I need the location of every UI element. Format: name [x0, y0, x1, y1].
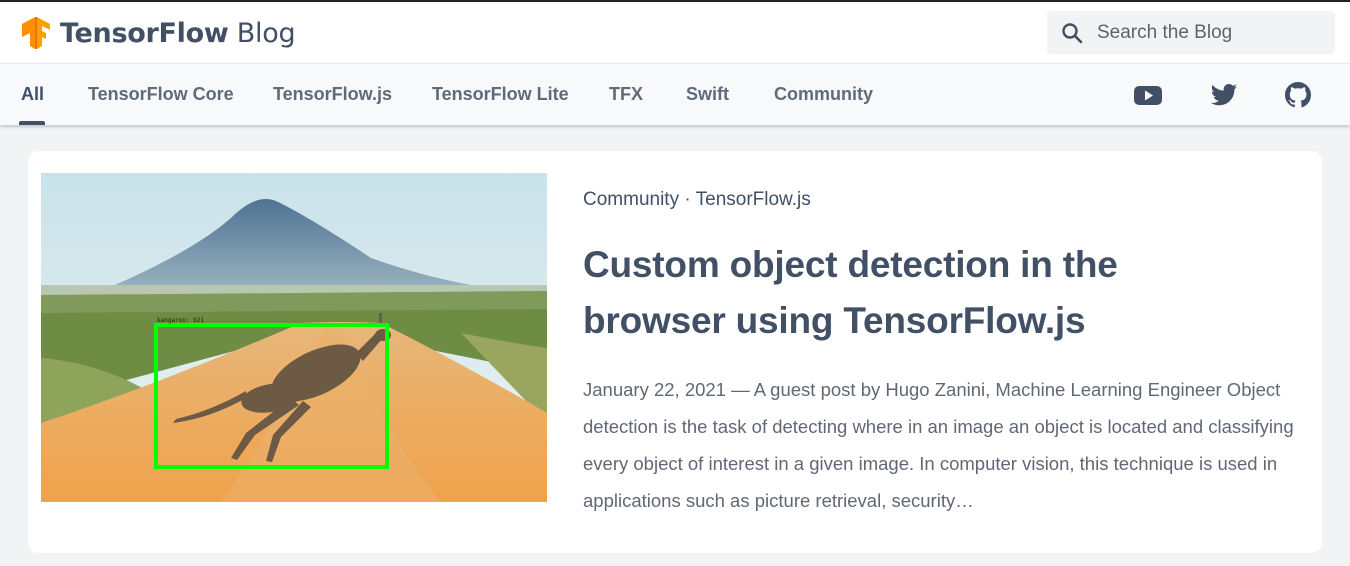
- tab-all[interactable]: All: [21, 84, 44, 105]
- tab-tensorflow-core[interactable]: TensorFlow Core: [88, 84, 234, 105]
- tensorflow-logo-icon: [22, 17, 50, 49]
- site-logo[interactable]: TensorFlow Blog: [20, 16, 296, 50]
- post-title[interactable]: Custom object detection in the browser u…: [583, 237, 1223, 349]
- twitter-icon[interactable]: [1209, 81, 1239, 109]
- search-input[interactable]: [1097, 21, 1317, 44]
- tab-tfx[interactable]: TFX: [609, 84, 643, 105]
- kangaroo-detection-image: kangaroo: 921: [41, 173, 547, 502]
- post-excerpt: January 22, 2021 — A guest post by Hugo …: [583, 379, 1294, 511]
- site-title: TensorFlow Blog: [60, 17, 296, 49]
- search-icon: [1062, 22, 1083, 43]
- post-categories: Community · TensorFlow.js: [583, 189, 811, 211]
- active-tab-indicator: [19, 121, 45, 125]
- top-header: TensorFlow Blog: [0, 2, 1350, 63]
- tab-tensorflow-lite[interactable]: TensorFlow Lite: [432, 84, 569, 105]
- search-box[interactable]: [1047, 11, 1335, 54]
- tab-swift[interactable]: Swift: [686, 84, 729, 105]
- detection-label: kangaroo: 921: [157, 317, 204, 324]
- github-icon[interactable]: [1283, 81, 1313, 109]
- youtube-icon[interactable]: [1133, 81, 1163, 109]
- category-tag-community[interactable]: Community: [583, 189, 679, 210]
- category-separator: ·: [679, 189, 696, 210]
- category-tag-tensorflow-js[interactable]: TensorFlow.js: [696, 189, 811, 210]
- post-card[interactable]: kangaroo: 921 Community · TensorFlow.js …: [28, 151, 1322, 553]
- post-thumbnail[interactable]: kangaroo: 921: [41, 173, 547, 502]
- category-nav: All TensorFlow Core TensorFlow.js Tensor…: [0, 63, 1350, 125]
- tab-tensorflow-js[interactable]: TensorFlow.js: [273, 84, 392, 105]
- tab-community[interactable]: Community: [774, 84, 873, 105]
